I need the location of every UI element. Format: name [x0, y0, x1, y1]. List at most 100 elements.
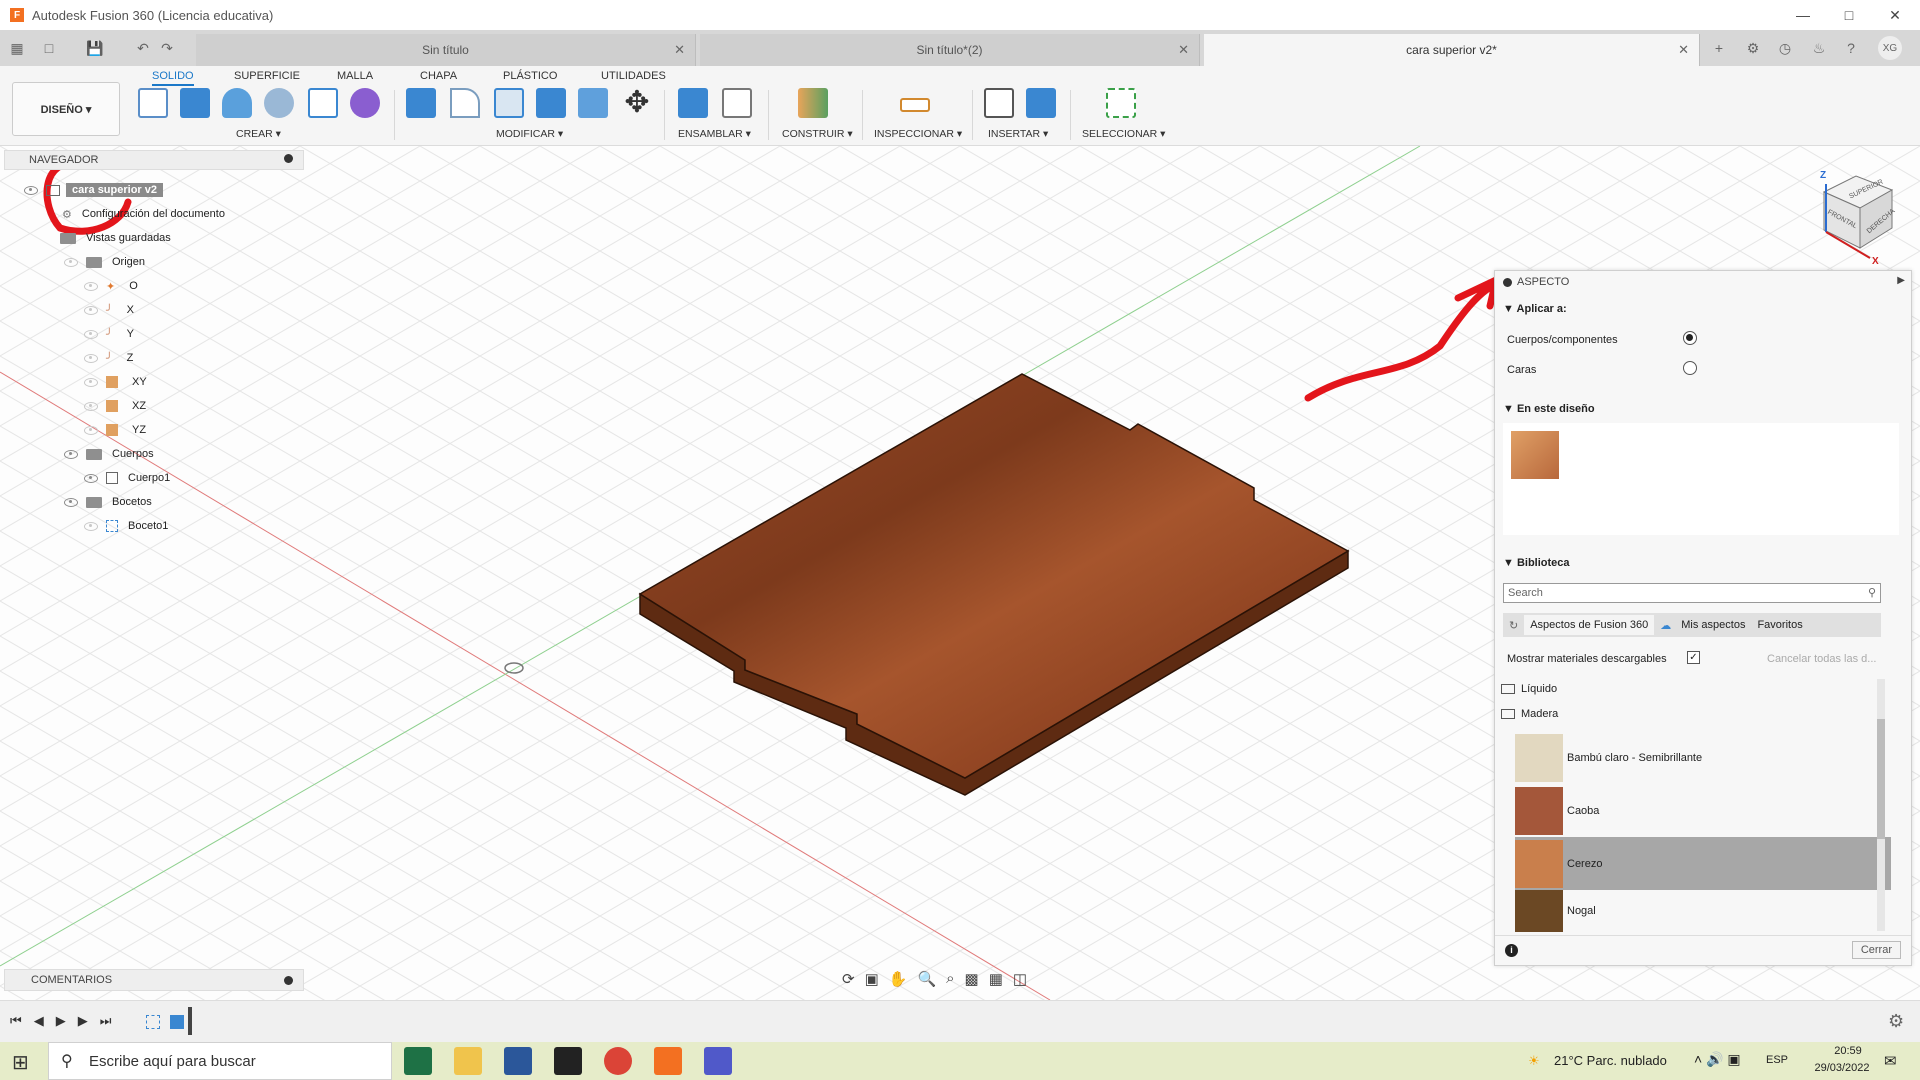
close-tab-icon[interactable]: ✕	[674, 42, 685, 58]
visibility-icon[interactable]	[84, 473, 98, 483]
material-item[interactable]: Bambú claro - Semibrillante	[1515, 731, 1891, 784]
close-tab-icon[interactable]: ✕	[1178, 42, 1189, 58]
tab-malla[interactable]: MALLA	[337, 70, 373, 82]
tree-item-plane-xy[interactable]: XY	[84, 372, 147, 392]
tree-item-axis-z[interactable]: ╯ Z	[84, 348, 133, 368]
clock-date[interactable]: 29/03/2022	[1806, 1062, 1878, 1074]
workspace-dropdown[interactable]: DISEÑO ▾	[12, 82, 120, 136]
visibility-hidden-icon[interactable]	[84, 353, 98, 363]
go-to-start-icon[interactable]: ⏮	[10, 1013, 22, 1029]
material-item[interactable]: Caoba	[1515, 784, 1891, 837]
redo-icon[interactable]: ↷	[156, 36, 178, 60]
move-icon[interactable]: ✥	[622, 88, 652, 118]
folder-liquido[interactable]: Líquido	[1501, 679, 1881, 699]
joint-icon[interactable]	[722, 88, 752, 118]
go-to-end-icon[interactable]: ⏭	[100, 1013, 112, 1029]
panel-header[interactable]: ASPECTO ▶	[1495, 271, 1911, 293]
library-search-input[interactable]: Search ⚲	[1503, 583, 1881, 603]
fusion-taskbar-icon[interactable]	[654, 1047, 682, 1075]
hole-icon[interactable]	[264, 88, 294, 118]
panel-pin-icon[interactable]	[1503, 278, 1512, 287]
grid-apps-icon[interactable]: ▦	[6, 36, 28, 60]
tree-item-config[interactable]: ⚙ Configuración del documento	[40, 204, 225, 224]
word-icon[interactable]	[504, 1047, 532, 1075]
construir-group-label[interactable]: CONSTRUIR ▾	[782, 128, 853, 140]
file-explorer-icon[interactable]	[454, 1047, 482, 1075]
visibility-hidden-icon[interactable]	[84, 329, 98, 339]
material-item[interactable]: Nogal	[1515, 890, 1891, 932]
tab-plastico[interactable]: PLÁSTICO	[503, 70, 557, 82]
weather-text[interactable]: 21°C Parc. nublado	[1554, 1053, 1667, 1068]
select-icon[interactable]	[1106, 88, 1136, 118]
excel-icon[interactable]	[404, 1047, 432, 1075]
tab-cara-superior[interactable]: cara superior v2* ✕	[1204, 34, 1700, 66]
create-form-icon[interactable]	[350, 88, 380, 118]
ensamblar-group-label[interactable]: ENSAMBLAR ▾	[678, 128, 751, 140]
visibility-hidden-icon[interactable]	[64, 257, 78, 267]
add-comment-icon[interactable]	[284, 976, 293, 985]
visibility-icon[interactable]	[64, 449, 78, 459]
language-indicator[interactable]: ESP	[1766, 1054, 1788, 1066]
taskbar-search-input[interactable]: ⚲ Escribe aquí para buscar	[48, 1042, 392, 1080]
section-library[interactable]: ▼ Biblioteca	[1503, 557, 1570, 569]
comments-panel[interactable]: COMENTARIOS	[4, 969, 304, 991]
visibility-icon[interactable]	[64, 497, 78, 507]
tab-sin-titulo[interactable]: Sin título ✕	[196, 34, 696, 66]
visibility-icon[interactable]	[24, 185, 38, 195]
tree-item-boceto1[interactable]: Boceto1	[84, 516, 168, 536]
revolve-icon[interactable]	[222, 88, 252, 118]
press-pull-icon[interactable]	[406, 88, 436, 118]
visibility-hidden-icon[interactable]	[84, 401, 98, 411]
radio-bodies[interactable]	[1683, 331, 1697, 345]
inspeccionar-group-label[interactable]: INSPECCIONAR ▾	[874, 128, 962, 140]
seleccionar-group-label[interactable]: SELECCIONAR ▾	[1082, 128, 1165, 140]
extrude-icon[interactable]	[180, 88, 210, 118]
teams-icon[interactable]	[704, 1047, 732, 1075]
timeline-extrude-icon[interactable]	[170, 1015, 184, 1029]
help-icon[interactable]: ?	[1840, 36, 1862, 60]
notes-app-icon[interactable]	[554, 1047, 582, 1075]
tree-item-origen[interactable]: Origen	[40, 252, 145, 272]
close-tab-icon[interactable]: ✕	[1678, 42, 1689, 58]
insertar-group-label[interactable]: INSERTAR ▾	[988, 128, 1048, 140]
tree-item-cuerpo1[interactable]: Cuerpo1	[84, 468, 170, 488]
zoom-icon[interactable]: 🔍	[917, 970, 936, 992]
info-icon[interactable]: i	[1505, 944, 1518, 957]
section-apply-to[interactable]: ▼ Aplicar a:	[1503, 303, 1567, 315]
tray-icons[interactable]: ˄ 🔊 ▣	[1694, 1051, 1741, 1068]
job-status-icon[interactable]: ◷	[1774, 36, 1796, 60]
tab-favorites[interactable]: Favoritos	[1749, 619, 1810, 631]
new-component-icon[interactable]	[678, 88, 708, 118]
file-icon[interactable]: □	[38, 36, 60, 60]
step-back-icon[interactable]: ◀	[34, 1013, 44, 1029]
search-icon[interactable]: ⚲	[1868, 586, 1876, 599]
tab-fusion-appearances[interactable]: Aspectos de Fusion 360	[1524, 615, 1655, 635]
library-scrollbar[interactable]	[1877, 679, 1885, 931]
settings-icon[interactable]: ⚙	[1888, 1011, 1904, 1032]
tree-item-axis-y[interactable]: ╯ Y	[84, 324, 134, 344]
modificar-group-label[interactable]: MODIFICAR ▾	[496, 128, 563, 140]
tab-chapa[interactable]: CHAPA	[420, 70, 457, 82]
collapse-navigator-icon[interactable]	[284, 154, 293, 163]
tab-utilidades[interactable]: UTILIDADES	[601, 70, 666, 82]
windows-start-icon[interactable]: ⊞	[12, 1050, 29, 1075]
avatar[interactable]: XG	[1878, 36, 1902, 60]
visibility-hidden-icon[interactable]	[84, 281, 98, 291]
cherry-material-swatch[interactable]	[1511, 431, 1559, 479]
tree-item-plane-yz[interactable]: YZ	[84, 420, 146, 440]
tree-item-cuerpos[interactable]: Cuerpos	[40, 444, 154, 464]
chamfer-icon[interactable]	[494, 88, 524, 118]
shell-icon[interactable]	[578, 88, 608, 118]
expand-panel-icon[interactable]: ▶	[1897, 275, 1905, 286]
grid-settings-icon[interactable]: ▦	[989, 970, 1003, 992]
display-settings-icon[interactable]: ▩	[965, 970, 979, 992]
create-sketch-icon[interactable]	[138, 88, 168, 118]
pattern-icon[interactable]	[308, 88, 338, 118]
folder-madera[interactable]: Madera	[1501, 704, 1881, 724]
fit-icon[interactable]: ⌕	[946, 970, 954, 992]
insert-derive-icon[interactable]	[984, 88, 1014, 118]
combine-icon[interactable]	[536, 88, 566, 118]
look-at-icon[interactable]: ▣	[865, 970, 879, 992]
orbit-icon[interactable]: ⟳	[842, 970, 855, 992]
clock-time[interactable]: 20:59	[1818, 1045, 1878, 1057]
